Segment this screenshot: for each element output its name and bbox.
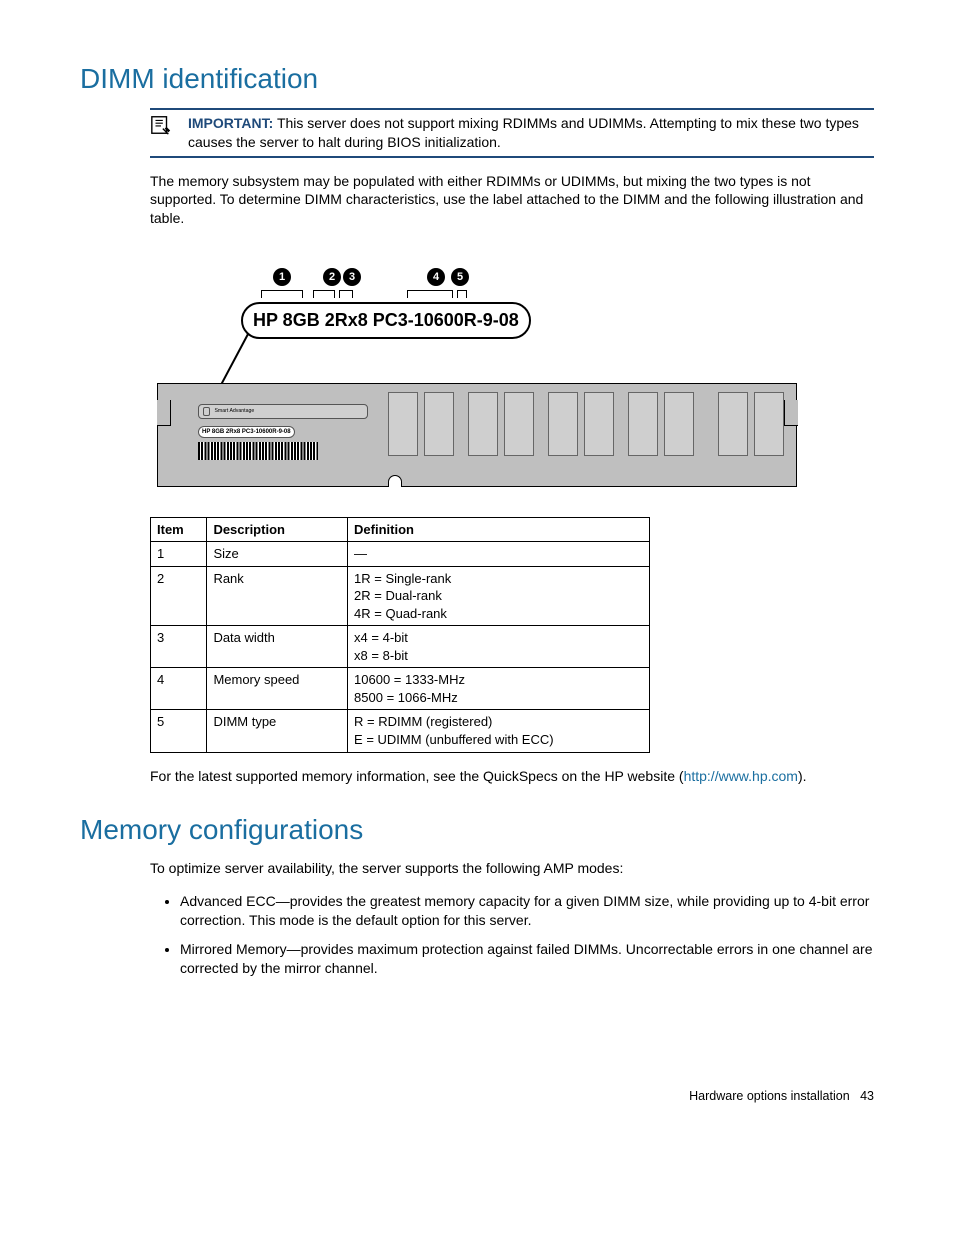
bullet-mirrored-memory: Mirrored Memory—provides maximum protect… xyxy=(180,940,874,978)
table-row: 2Rank1R = Single-rank2R = Dual-rank4R = … xyxy=(151,566,650,626)
important-notice: IMPORTANT: This server does not support … xyxy=(150,108,874,158)
important-text-block: IMPORTANT: This server does not support … xyxy=(188,114,874,152)
table-row: 1Size— xyxy=(151,542,650,567)
table-row: 5DIMM typeR = RDIMM (registered)E = UDIM… xyxy=(151,710,650,752)
amp-mode-list: Advanced ECC—provides the greatest memor… xyxy=(150,892,874,978)
dimm-label-figure: 1 2 3 4 5 HP 8GB 2Rx8 PC3-10600R-9-08 Sm… xyxy=(157,268,797,486)
th-definition: Definition xyxy=(348,517,650,542)
table-row: 4Memory speed10600 = 1333-MHz8500 = 1066… xyxy=(151,668,650,710)
heading-memory-configurations: Memory configurations xyxy=(80,811,874,849)
dimm-module: Smart Advantage HP 8GB 2Rx8 PC3-10600R-9… xyxy=(157,383,797,487)
callout-4: 4 xyxy=(427,268,445,286)
hp-link[interactable]: http://www.hp.com xyxy=(684,768,798,784)
callout-1: 1 xyxy=(273,268,291,286)
callout-5: 5 xyxy=(451,268,469,286)
vendor-strip: Smart Advantage xyxy=(198,404,368,419)
th-description: Description xyxy=(207,517,348,542)
page-footer: Hardware options installation 43 xyxy=(80,1088,874,1105)
callout-3: 3 xyxy=(343,268,361,286)
amp-intro: To optimize server availability, the ser… xyxy=(150,859,874,878)
important-label: IMPORTANT: xyxy=(188,115,273,131)
th-item: Item xyxy=(151,517,207,542)
note-icon xyxy=(150,114,172,141)
quickspecs-footnote: For the latest supported memory informat… xyxy=(150,767,874,786)
intro-paragraph: The memory subsystem may be populated wi… xyxy=(150,172,874,229)
heading-dimm-identification: DIMM identification xyxy=(80,60,874,98)
table-row: 3Data widthx4 = 4-bitx8 = 8-bit xyxy=(151,626,650,668)
tiny-dimm-label: HP 8GB 2Rx8 PC3-10600R-9-08 xyxy=(198,426,295,438)
barcode xyxy=(198,442,318,460)
dimm-label-bubble: HP 8GB 2Rx8 PC3-10600R-9-08 xyxy=(241,302,531,338)
dimm-definition-table: Item Description Definition 1Size—2Rank1… xyxy=(150,517,650,753)
bullet-advanced-ecc: Advanced ECC—provides the greatest memor… xyxy=(180,892,874,930)
callout-2: 2 xyxy=(323,268,341,286)
important-body: This server does not support mixing RDIM… xyxy=(188,115,859,150)
